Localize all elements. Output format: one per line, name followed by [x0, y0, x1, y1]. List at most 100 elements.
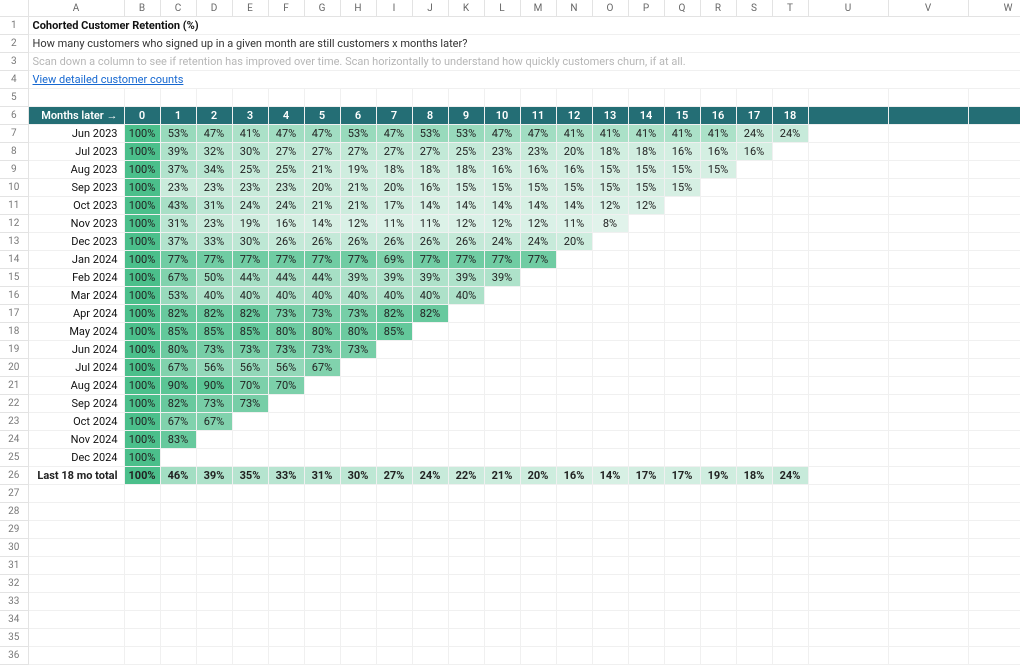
retention-cell[interactable] [412, 431, 448, 449]
empty-cell[interactable] [808, 413, 888, 431]
retention-cell[interactable]: 39% [340, 269, 376, 287]
retention-cell[interactable]: 20% [376, 179, 412, 197]
empty-cell[interactable] [160, 647, 196, 665]
cohort-label[interactable]: Sep 2024 [28, 395, 124, 413]
empty-cell[interactable] [28, 593, 124, 611]
months-later-header[interactable]: 18 [772, 107, 808, 125]
retention-cell[interactable]: 73% [232, 395, 268, 413]
empty-cell[interactable] [304, 611, 340, 629]
retention-cell[interactable]: 26% [376, 233, 412, 251]
column-header[interactable]: P [628, 0, 664, 17]
retention-cell[interactable] [772, 251, 808, 269]
retention-cell[interactable] [772, 287, 808, 305]
empty-cell[interactable] [520, 89, 556, 107]
empty-cell[interactable] [520, 521, 556, 539]
row-header[interactable]: 16 [0, 287, 28, 305]
empty-cell[interactable] [968, 557, 1020, 575]
empty-cell[interactable] [888, 341, 968, 359]
empty-cell[interactable] [628, 593, 664, 611]
retention-cell[interactable]: 85% [376, 323, 412, 341]
empty-cell[interactable] [232, 503, 268, 521]
empty-cell[interactable] [968, 89, 1020, 107]
empty-cell[interactable] [340, 611, 376, 629]
retention-cell[interactable] [520, 449, 556, 467]
retention-cell[interactable]: 27% [304, 143, 340, 161]
retention-cell[interactable] [556, 413, 592, 431]
empty-cell[interactable] [888, 161, 968, 179]
retention-cell[interactable]: 15% [628, 179, 664, 197]
empty-cell[interactable] [196, 521, 232, 539]
retention-cell[interactable]: 23% [196, 179, 232, 197]
empty-cell[interactable] [736, 503, 772, 521]
empty-cell[interactable] [160, 629, 196, 647]
empty-cell[interactable] [808, 179, 888, 197]
retention-cell[interactable]: 73% [196, 341, 232, 359]
retention-cell[interactable]: 73% [304, 305, 340, 323]
retention-cell[interactable] [556, 251, 592, 269]
retention-cell[interactable] [628, 215, 664, 233]
retention-cell[interactable] [376, 413, 412, 431]
row-header[interactable]: 8 [0, 143, 28, 161]
retention-cell[interactable]: 27% [376, 143, 412, 161]
retention-cell[interactable] [736, 251, 772, 269]
retention-cell[interactable] [484, 449, 520, 467]
retention-cell[interactable]: 16% [268, 215, 304, 233]
empty-cell[interactable] [124, 539, 160, 557]
retention-cell[interactable]: 73% [340, 341, 376, 359]
retention-cell[interactable]: 73% [196, 395, 232, 413]
band-empty[interactable] [888, 107, 968, 125]
summary-cell[interactable]: 22% [448, 467, 484, 485]
empty-cell[interactable] [376, 521, 412, 539]
empty-cell[interactable] [808, 395, 888, 413]
empty-cell[interactable] [484, 575, 520, 593]
retention-cell[interactable]: 100% [124, 323, 160, 341]
empty-cell[interactable] [160, 611, 196, 629]
empty-cell[interactable] [772, 557, 808, 575]
empty-cell[interactable] [888, 503, 968, 521]
retention-cell[interactable]: 100% [124, 287, 160, 305]
row-header[interactable]: 17 [0, 305, 28, 323]
empty-cell[interactable] [232, 521, 268, 539]
cohort-label[interactable]: Nov 2024 [28, 431, 124, 449]
retention-cell[interactable]: 27% [412, 143, 448, 161]
retention-cell[interactable] [232, 413, 268, 431]
retention-cell[interactable] [484, 341, 520, 359]
retention-cell[interactable] [592, 341, 628, 359]
cohort-label[interactable]: Jan 2024 [28, 251, 124, 269]
empty-cell[interactable] [888, 143, 968, 161]
retention-cell[interactable]: 53% [160, 287, 196, 305]
row-header[interactable]: 3 [0, 53, 28, 71]
retention-cell[interactable] [376, 341, 412, 359]
empty-cell[interactable] [592, 485, 628, 503]
retention-cell[interactable]: 56% [232, 359, 268, 377]
empty-cell[interactable] [484, 521, 520, 539]
retention-cell[interactable] [772, 179, 808, 197]
retention-cell[interactable] [736, 341, 772, 359]
empty-cell[interactable] [664, 521, 700, 539]
retention-cell[interactable]: 23% [268, 179, 304, 197]
empty-cell[interactable] [592, 89, 628, 107]
months-later-header[interactable]: 5 [304, 107, 340, 125]
empty-cell[interactable] [664, 503, 700, 521]
retention-cell[interactable] [340, 431, 376, 449]
empty-cell[interactable] [196, 539, 232, 557]
summary-cell[interactable]: 46% [160, 467, 196, 485]
retention-cell[interactable] [592, 305, 628, 323]
empty-cell[interactable] [772, 539, 808, 557]
retention-cell[interactable]: 67% [160, 413, 196, 431]
retention-cell[interactable] [520, 395, 556, 413]
empty-cell[interactable] [968, 539, 1020, 557]
empty-cell[interactable] [888, 431, 968, 449]
retention-cell[interactable] [700, 431, 736, 449]
empty-cell[interactable] [520, 575, 556, 593]
retention-cell[interactable]: 14% [448, 197, 484, 215]
empty-cell[interactable] [968, 233, 1020, 251]
retention-cell[interactable] [664, 395, 700, 413]
retention-cell[interactable]: 82% [160, 305, 196, 323]
retention-cell[interactable]: 21% [304, 197, 340, 215]
empty-cell[interactable] [968, 287, 1020, 305]
summary-cell[interactable]: 24% [412, 467, 448, 485]
empty-cell[interactable] [484, 593, 520, 611]
empty-cell[interactable] [736, 521, 772, 539]
empty-cell[interactable] [808, 449, 888, 467]
